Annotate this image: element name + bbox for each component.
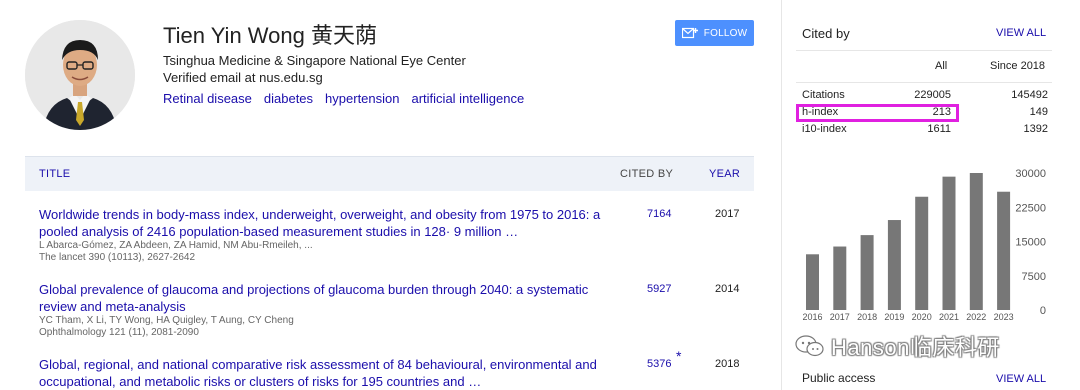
watermark-text: Hanson临床科研 bbox=[831, 335, 1000, 360]
research-interests: Retinal disease diabetes hypertension ar… bbox=[163, 91, 524, 106]
y-tick-label: 7500 bbox=[1022, 271, 1046, 283]
profile-avatar bbox=[25, 20, 135, 130]
y-tick-label: 30000 bbox=[1015, 168, 1046, 180]
x-tick-label: 2023 bbox=[994, 312, 1014, 322]
sort-by-title-header[interactable]: TITLE bbox=[39, 168, 70, 180]
watermark: Hanson临床科研 bbox=[795, 330, 1000, 362]
x-tick-label: 2018 bbox=[857, 312, 877, 322]
mail-plus-icon bbox=[681, 27, 698, 39]
article-venue: The lancet 390 (10113), 2627-2642 bbox=[39, 252, 196, 263]
stats-value-all: 229005 bbox=[914, 89, 951, 101]
article-venue: Ophthalmology 121 (11), 2081-2090 bbox=[39, 327, 199, 338]
sort-by-year-header[interactable]: YEAR bbox=[709, 168, 740, 180]
profile-name: Tien Yin Wong 黄天荫 bbox=[163, 23, 377, 48]
public-access-title: Public access bbox=[802, 371, 876, 385]
follow-button-label: FOLLOW bbox=[703, 27, 748, 39]
x-tick-label: 2017 bbox=[830, 312, 850, 322]
article-authors: YC Tham, X Li, TY Wong, HA Quigley, T Au… bbox=[39, 315, 294, 326]
y-tick-label: 22500 bbox=[1015, 202, 1046, 214]
follow-button[interactable]: FOLLOW bbox=[675, 20, 754, 46]
bar-2016[interactable] bbox=[806, 254, 819, 310]
bar-2020[interactable] bbox=[915, 196, 929, 310]
citations-per-year-chart: 2016 2017 2018 2019 2020 2021 2022 2023 30000 225… bbox=[802, 168, 1046, 322]
stats-label: Citations bbox=[802, 89, 845, 101]
article-authors: L Abarca-Gómez, ZA Abdeen, ZA Hamid, NM … bbox=[39, 240, 313, 251]
x-tick-label: 2022 bbox=[966, 312, 986, 322]
cited-by-header: CITED BY bbox=[620, 168, 674, 180]
interest-link-artificial-intelligence[interactable]: artificial intelligence bbox=[412, 91, 525, 106]
article-year: 2017 bbox=[715, 208, 740, 220]
merged-citations-star: * bbox=[676, 348, 682, 364]
profile-photo bbox=[25, 20, 135, 130]
divider bbox=[796, 50, 1052, 51]
bar-2021[interactable] bbox=[942, 176, 956, 310]
table-row: Global prevalence of glaucoma and projec… bbox=[39, 281, 754, 339]
x-tick-label: 2016 bbox=[802, 312, 822, 322]
cited-by-count-link[interactable]: 5927 bbox=[647, 283, 671, 295]
stats-value-all: 1611 bbox=[927, 123, 951, 135]
stats-value-since: 1392 bbox=[1023, 123, 1048, 135]
article-title-link[interactable]: Global, regional, and national comparati… bbox=[39, 356, 604, 390]
wechat-icon bbox=[795, 335, 824, 357]
column-divider bbox=[781, 0, 782, 390]
interest-link-hypertension[interactable]: hypertension bbox=[325, 91, 399, 106]
x-tick-label: 2021 bbox=[939, 312, 959, 322]
bar-2017[interactable] bbox=[833, 246, 847, 310]
public-access-view-all-link[interactable]: VIEW ALL bbox=[996, 373, 1046, 385]
interest-link-retinal-disease[interactable]: Retinal disease bbox=[163, 91, 252, 106]
stats-value-since: 145492 bbox=[1011, 89, 1048, 101]
stats-col-all: All bbox=[935, 60, 948, 72]
x-tick-label: 2019 bbox=[884, 312, 904, 322]
profile-email: Verified email at nus.edu.sg bbox=[163, 70, 323, 85]
table-row: Worldwide trends in body-mass index, und… bbox=[39, 206, 754, 264]
article-title-link[interactable]: Global prevalence of glaucoma and projec… bbox=[39, 281, 604, 315]
h-index-highlight-box bbox=[796, 104, 959, 122]
divider bbox=[796, 82, 1052, 83]
bar-2022[interactable] bbox=[969, 173, 983, 310]
stats-row-i10-index: i10-index 1611 1392 bbox=[802, 123, 1048, 137]
cited-by-count-link[interactable]: 5376 bbox=[647, 358, 671, 370]
stats-col-since: Since 2018 bbox=[990, 60, 1046, 72]
cited-by-view-all-link[interactable]: VIEW ALL bbox=[996, 27, 1046, 39]
stats-label: i10-index bbox=[802, 123, 847, 135]
cited-by-count-link[interactable]: 7164 bbox=[647, 208, 671, 220]
stats-row-citations: Citations 229005 145492 bbox=[802, 89, 1048, 103]
x-tick-label: 2020 bbox=[912, 312, 932, 322]
bar-2019[interactable] bbox=[887, 220, 901, 310]
article-year: 2018 bbox=[715, 358, 740, 370]
stats-value-since: 149 bbox=[1029, 106, 1048, 118]
bar-2023[interactable] bbox=[997, 191, 1011, 310]
article-year: 2014 bbox=[715, 283, 740, 295]
article-title-link[interactable]: Worldwide trends in body-mass index, und… bbox=[39, 206, 604, 240]
y-tick-label: 0 bbox=[1040, 305, 1046, 317]
interest-link-diabetes[interactable]: diabetes bbox=[264, 91, 313, 106]
table-row: Global, regional, and national comparati… bbox=[39, 348, 754, 390]
profile-affiliation: Tsinghua Medicine & Singapore National E… bbox=[163, 53, 466, 68]
y-tick-label: 15000 bbox=[1015, 237, 1046, 249]
cited-by-title: Cited by bbox=[802, 26, 850, 41]
bar-2018[interactable] bbox=[860, 235, 874, 310]
articles-table-header: TITLE CITED BY YEAR bbox=[25, 156, 754, 191]
